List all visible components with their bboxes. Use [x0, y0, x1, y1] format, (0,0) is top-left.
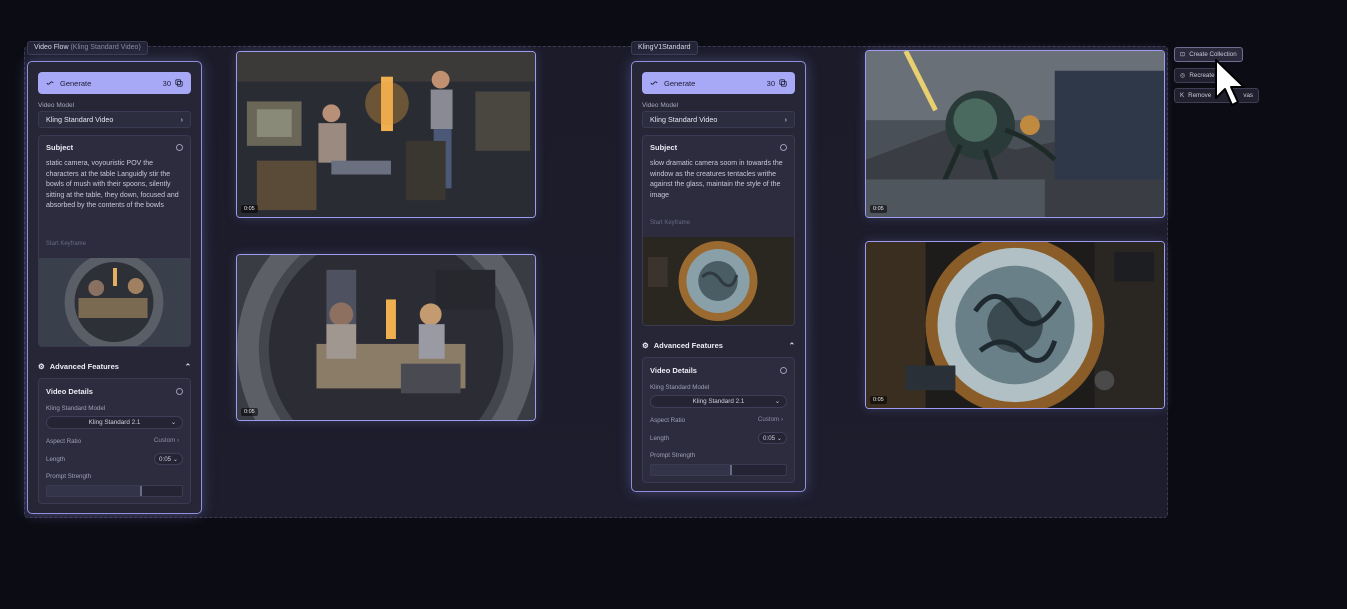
model-label: Kling Standard Model [650, 384, 710, 391]
remove-icon: K [1180, 92, 1185, 99]
video-frame [866, 51, 1164, 217]
length-select[interactable]: 0:05 ⌄ [758, 432, 787, 444]
group-tag-title: Video Flow [34, 44, 69, 51]
model-select[interactable]: Kling Standard 2.1 ⌄ [46, 416, 183, 429]
chevron-down-icon: ⌄ [170, 419, 176, 426]
info-icon[interactable] [176, 388, 183, 395]
group-tag-subtitle: (Kling Standard Video) [70, 44, 141, 51]
subject-card: Subject slow dramatic camera soom in tow… [642, 135, 795, 326]
duration-badge: 0:05 [870, 205, 887, 213]
generate-label: Generate [60, 78, 92, 88]
video-model-value: Kling Standard Video [46, 115, 114, 124]
chevron-up-icon: ⌃ [184, 362, 191, 371]
generate-button[interactable]: Generate 30 [38, 72, 191, 94]
model-value: Kling Standard 2.1 [692, 398, 745, 405]
chevron-right-icon: › [784, 115, 787, 124]
duration-badge: 0:05 [241, 205, 258, 213]
video-model-select[interactable]: Kling Standard Video › [642, 111, 795, 128]
info-icon[interactable] [176, 144, 183, 151]
advanced-features-toggle[interactable]: ⚙ Advanced Features ⌃ [38, 362, 191, 371]
video-details-card: Video Details Kling Standard Model Kling… [642, 357, 795, 483]
sparkle-icon [46, 81, 54, 85]
remove-label: Remove [1188, 92, 1212, 99]
video-output-2[interactable]: 0:05 [236, 254, 536, 421]
recreate-label: Recreate [1189, 72, 1215, 79]
video-details-title: Video Details [46, 387, 93, 396]
video-output-4[interactable]: 0:05 [865, 241, 1165, 409]
length-value: 0:05 [159, 456, 172, 463]
chevron-down-icon: ⌄ [774, 398, 780, 405]
video-frame [866, 242, 1164, 408]
start-keyframe-label: Start Keyframe [46, 241, 87, 247]
aspect-ratio-value: Custom [153, 437, 176, 444]
video-model-select[interactable]: Kling Standard Video › [38, 111, 191, 128]
prompt-strength-fill [47, 486, 142, 496]
refresh-icon: ◎ [1180, 72, 1186, 79]
advanced-features-label: Advanced Features [653, 341, 723, 350]
generate-button[interactable]: Generate 30 [642, 72, 795, 94]
video-model-label: Video Model [642, 102, 679, 109]
aspect-ratio-label: Aspect Ratio [650, 417, 686, 424]
kling-v1-standard-panel: Generate 30 Video Model Kling Standard V… [631, 61, 806, 492]
aspect-ratio-select[interactable]: Custom › [754, 414, 787, 426]
generate-label: Generate [664, 78, 696, 88]
chevron-right-icon: › [180, 115, 183, 124]
coins-icon [779, 79, 787, 87]
video-output-1[interactable]: 0:05 [236, 51, 536, 218]
group-tag-klingv1standard[interactable]: KlingV1Standard [631, 41, 698, 55]
advanced-features-toggle[interactable]: ⚙ Advanced Features ⌃ [642, 341, 795, 350]
prompt-strength-label: Prompt Strength [46, 473, 92, 480]
sparkle-icon [650, 81, 658, 85]
folder-icon: ⊡ [1180, 51, 1186, 58]
gear-icon: ⚙ [642, 341, 649, 350]
video-frame [237, 255, 535, 420]
prompt-strength-slider[interactable] [46, 485, 183, 497]
group-tag-title: KlingV1Standard [638, 44, 691, 51]
prompt-text[interactable]: slow dramatic camera soom in towards the… [650, 159, 785, 201]
start-keyframe-label: Start Keyframe [650, 220, 691, 226]
subject-title: Subject [650, 143, 678, 152]
credits-count: 30 [162, 78, 171, 88]
length-select[interactable]: 0:05 ⌄ [154, 453, 183, 465]
create-collection-label: Create Collection [1189, 51, 1237, 58]
duration-badge: 0:05 [870, 396, 887, 404]
aspect-ratio-value: Custom [757, 416, 780, 423]
credits-count: 30 [766, 78, 775, 88]
aspect-ratio-label: Aspect Ratio [46, 438, 82, 445]
info-icon[interactable] [780, 367, 787, 374]
prompt-strength-fill [651, 465, 732, 475]
video-frame [237, 52, 535, 217]
video-flow-panel: Generate 30 Video Model Kling Standard V… [27, 61, 202, 514]
length-label: Length [46, 456, 65, 463]
info-icon[interactable] [780, 144, 787, 151]
prompt-strength-slider[interactable] [650, 464, 787, 476]
group-tag-video-flow[interactable]: Video Flow (Kling Standard Video) [27, 41, 148, 55]
length-label: Length [650, 435, 669, 442]
chevron-up-icon: ⌃ [788, 341, 795, 350]
video-output-3[interactable]: 0:05 [865, 50, 1165, 218]
start-keyframe-thumbnail[interactable] [643, 237, 794, 325]
subject-title: Subject [46, 143, 74, 152]
coins-icon [175, 79, 183, 87]
aspect-ratio-select[interactable]: Custom › [150, 435, 183, 447]
subject-card: Subject static camera, voyouristic POV t… [38, 135, 191, 347]
prompt-text[interactable]: static camera, voyouristic POV the chara… [46, 159, 181, 212]
video-details-title: Video Details [650, 366, 697, 375]
video-model-value: Kling Standard Video [650, 115, 718, 124]
length-value: 0:05 [763, 435, 776, 442]
video-model-label: Video Model [38, 102, 75, 109]
advanced-features-label: Advanced Features [49, 362, 119, 371]
mouse-cursor-icon [1215, 59, 1245, 106]
model-value: Kling Standard 2.1 [88, 419, 141, 426]
start-keyframe-thumbnail[interactable] [39, 258, 190, 346]
duration-badge: 0:05 [241, 408, 258, 416]
model-label: Kling Standard Model [46, 405, 106, 412]
gear-icon: ⚙ [38, 362, 45, 371]
model-select[interactable]: Kling Standard 2.1 ⌄ [650, 395, 787, 408]
prompt-strength-label: Prompt Strength [650, 452, 696, 459]
video-details-card: Video Details Kling Standard Model Kling… [38, 378, 191, 504]
